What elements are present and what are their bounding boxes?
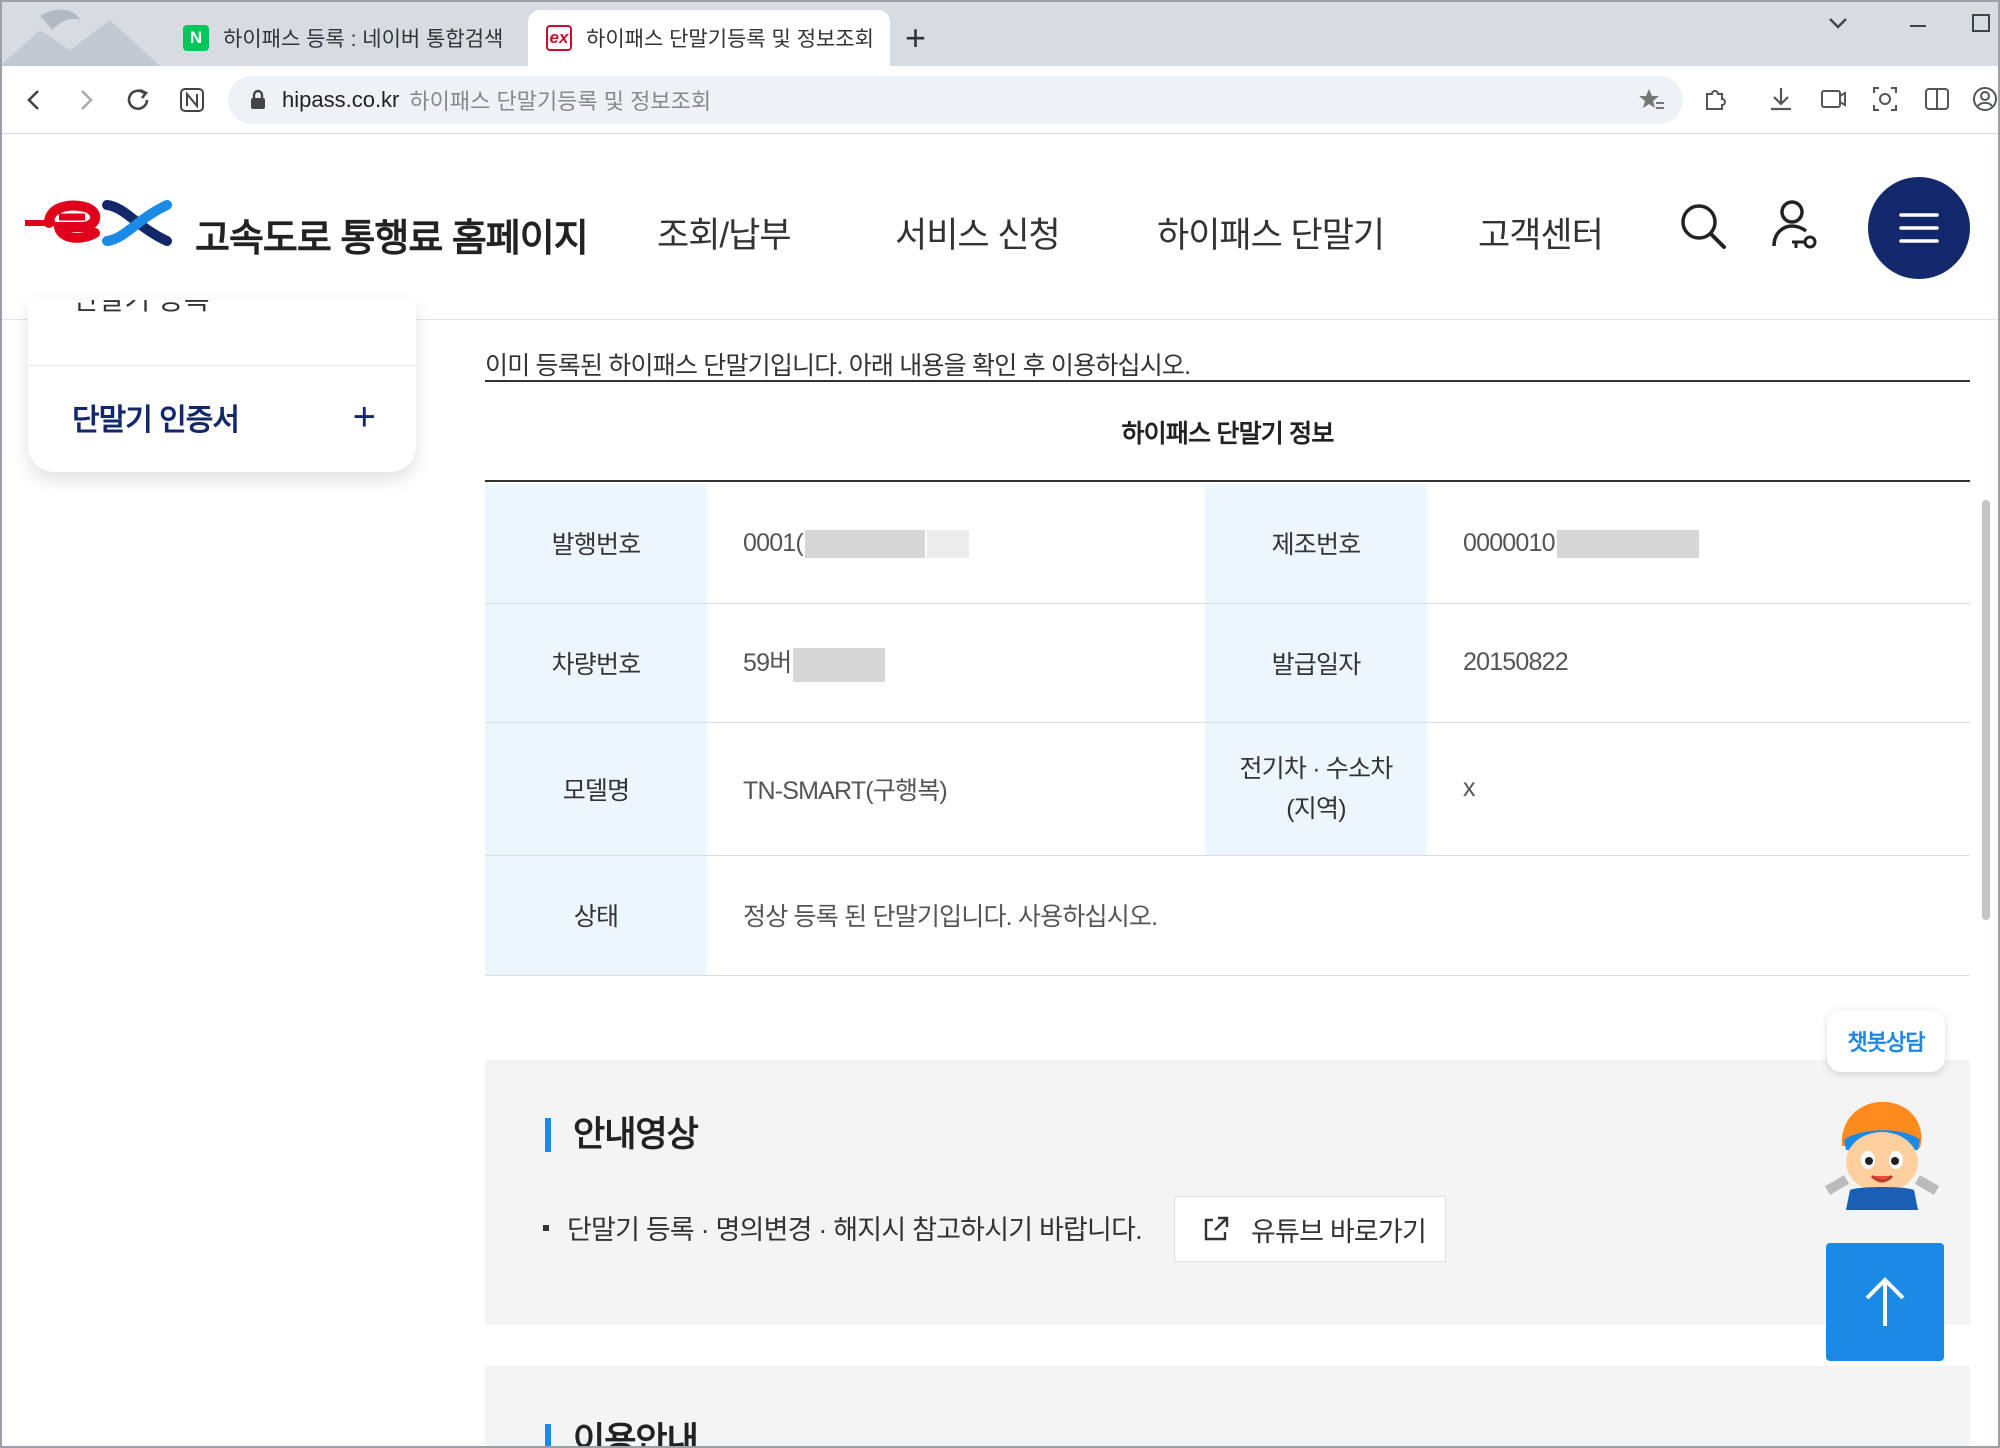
guide-video-text: 단말기 등록 · 명의변경 · 해지시 참고하시기 바랍니다. bbox=[543, 1208, 1143, 1247]
expand-plus-icon[interactable]: + bbox=[353, 395, 376, 440]
label-vehicle-number: 차량번호 bbox=[485, 603, 707, 723]
screen-capture-icon[interactable] bbox=[1816, 82, 1850, 116]
new-tab-button[interactable]: + bbox=[905, 18, 926, 58]
value-serial-number: 0000010 bbox=[1427, 484, 1970, 604]
tab-label: 하이패스 단말기등록 및 정보조회 bbox=[586, 28, 872, 51]
ex-logo[interactable] bbox=[25, 193, 180, 258]
table-row: 모델명 TN-SMART(구행복) 전기차 · 수소차(지역) x bbox=[485, 722, 1970, 856]
guide-video-title: 안내영상 bbox=[545, 1117, 699, 1152]
favorites-star-icon[interactable] bbox=[1637, 87, 1665, 113]
label-issue-date: 발급일자 bbox=[1205, 603, 1427, 723]
chatbot-button[interactable]: 챗봇상담 bbox=[1827, 1010, 1945, 1072]
scroll-top-button[interactable] bbox=[1826, 1243, 1944, 1361]
youtube-link-button[interactable]: 유튜브 바로가기 bbox=[1174, 1196, 1446, 1262]
table-row: 상태 정상 등록 된 단말기입니다. 사용하십시오. bbox=[485, 855, 1970, 976]
redaction-mask bbox=[926, 529, 969, 558]
extensions-icon[interactable] bbox=[1697, 82, 1731, 116]
nav-service-apply[interactable]: 서비스 신청 bbox=[895, 207, 1061, 258]
site-title[interactable]: 고속도로 통행료 홈페이지 bbox=[195, 207, 589, 262]
value-ev-hydrogen: x bbox=[1427, 722, 1970, 856]
tab-naver-search[interactable]: N 하이패스 등록 : 네이버 통합검색 bbox=[165, 10, 525, 66]
maximize-icon[interactable] bbox=[1968, 10, 1994, 43]
usage-guide-title: 이용안내 bbox=[545, 1423, 699, 1448]
minimize-icon[interactable] bbox=[1905, 10, 1931, 43]
hamburger-menu-button[interactable] bbox=[1868, 177, 1970, 279]
screenshot-icon[interactable] bbox=[1868, 82, 1902, 116]
label-ev-hydrogen: 전기차 · 수소차(지역) bbox=[1205, 722, 1427, 856]
nav-customer-center[interactable]: 고객센터 bbox=[1478, 207, 1604, 258]
hamburger-icon bbox=[1899, 213, 1939, 243]
redaction-mask bbox=[804, 529, 925, 558]
nav-inquiry-payment[interactable]: 조회/납부 bbox=[657, 207, 792, 258]
browser-tab-bar: N 하이패스 등록 : 네이버 통합검색 ex 하이패스 단말기등록 및 정보조… bbox=[0, 0, 2000, 66]
value-issue-date: 20150822 bbox=[1427, 603, 1970, 723]
label-issue-number: 발행번호 bbox=[485, 484, 707, 604]
login-user-icon[interactable] bbox=[1768, 198, 1824, 254]
reload-icon[interactable] bbox=[118, 80, 158, 120]
ex-icon: ex bbox=[546, 25, 572, 51]
table-row: 차량번호 59버 발급일자 20150822 bbox=[485, 603, 1970, 723]
device-info-table: 발행번호 0001( 제조번호 0000010 차량번호 59버 발급일자 20… bbox=[485, 484, 1970, 976]
side-menu-item-label: 단말기 등록 bbox=[73, 300, 210, 318]
table-row: 발행번호 0001( 제조번호 0000010 bbox=[485, 484, 1970, 604]
side-menu-item-certificate[interactable]: 단말기 인증서 + bbox=[28, 367, 416, 467]
profile-icon[interactable] bbox=[1968, 82, 2000, 116]
value-status: 정상 등록 된 단말기입니다. 사용하십시오. bbox=[707, 855, 1970, 976]
arrow-up-icon bbox=[1865, 1277, 1905, 1326]
label-model-name: 모델명 bbox=[485, 722, 707, 856]
redaction-mask bbox=[1556, 529, 1699, 558]
url-domain: hipass.co.kr bbox=[282, 87, 400, 112]
side-menu: 단말기 등록 단말기 인증서 + bbox=[28, 300, 416, 472]
sidebar-icon[interactable] bbox=[1920, 82, 1954, 116]
label-serial-number: 제조번호 bbox=[1205, 484, 1427, 604]
page-scrollbar[interactable] bbox=[1982, 500, 1990, 920]
naver-icon: N bbox=[183, 25, 209, 51]
value-model-name: TN-SMART(구행복) bbox=[707, 722, 1205, 856]
tab-hipass[interactable]: ex 하이패스 단말기등록 및 정보조회 bbox=[528, 10, 890, 66]
browser-toolbar: hipass.co.kr 하이패스 단말기등록 및 정보조회 bbox=[0, 66, 2000, 134]
nav-hipass-device[interactable]: 하이패스 단말기 bbox=[1157, 207, 1385, 258]
side-menu-item-partial[interactable]: 단말기 등록 bbox=[28, 300, 416, 366]
forward-icon[interactable] bbox=[66, 80, 106, 120]
tab-label: 하이패스 등록 : 네이버 통합검색 bbox=[223, 28, 504, 51]
tab-bar-decoration bbox=[0, 9, 160, 66]
chevron-down-icon[interactable] bbox=[1825, 10, 1851, 43]
search-icon[interactable] bbox=[1675, 198, 1731, 254]
address-bar[interactable]: hipass.co.kr 하이패스 단말기등록 및 정보조회 bbox=[228, 76, 1683, 124]
external-link-icon bbox=[1201, 1214, 1231, 1244]
naver-home-icon[interactable] bbox=[172, 80, 212, 120]
chatbot-mascot-icon[interactable] bbox=[1822, 1090, 1942, 1210]
usage-guide-section: 이용안내 bbox=[485, 1366, 1970, 1448]
value-issue-number: 0001( bbox=[707, 484, 1205, 604]
guide-video-section: 안내영상 단말기 등록 · 명의변경 · 해지시 참고하시기 바랍니다. 유튜브… bbox=[485, 1060, 1970, 1325]
youtube-link-label: 유튜브 바로가기 bbox=[1251, 1216, 1427, 1247]
label-status: 상태 bbox=[485, 855, 707, 976]
table-caption: 하이패스 단말기 정보 bbox=[485, 384, 1970, 482]
url-page-title: 하이패스 단말기등록 및 정보조회 bbox=[409, 89, 712, 114]
download-icon[interactable] bbox=[1764, 82, 1798, 116]
value-vehicle-number: 59버 bbox=[707, 603, 1205, 723]
redaction-mask bbox=[793, 647, 886, 682]
site-header: 고속도로 통행료 홈페이지 조회/납부 서비스 신청 하이패스 단말기 고객센터 bbox=[0, 135, 2000, 320]
side-menu-item-label: 단말기 인증서 bbox=[72, 404, 240, 437]
registered-notice: 이미 등록된 하이패스 단말기입니다. 아래 내용을 확인 후 이용하십시오. bbox=[485, 346, 1970, 382]
lock-icon bbox=[251, 89, 265, 109]
back-icon[interactable] bbox=[14, 80, 54, 120]
bullet-icon bbox=[543, 1225, 549, 1231]
